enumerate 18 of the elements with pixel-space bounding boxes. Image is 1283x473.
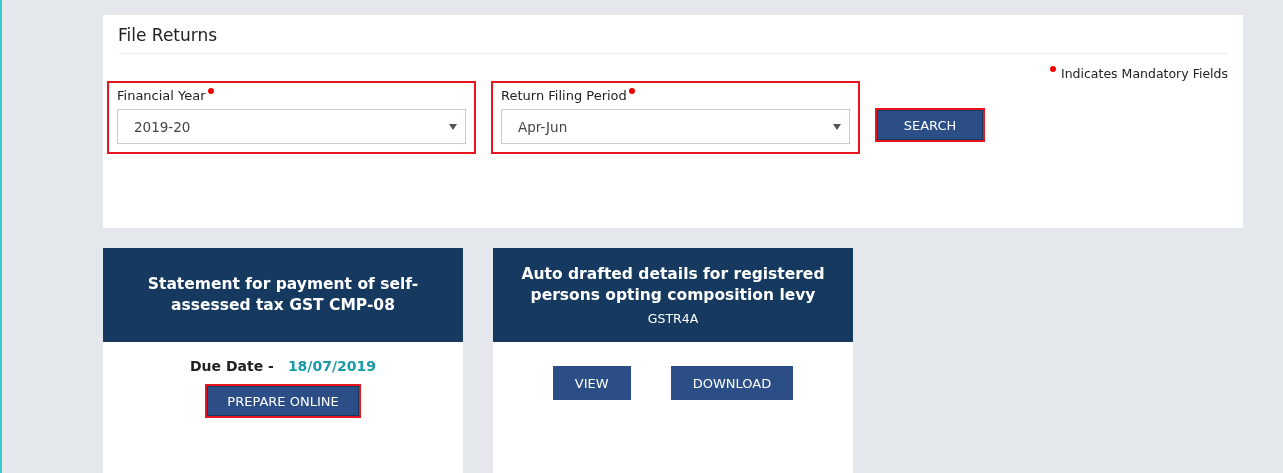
dropdown-field[interactable]: Apr-Jun xyxy=(501,109,850,144)
card-title: Auto drafted details for registered persons opting composition levy xyxy=(520,264,826,306)
field-label: Return Filing Period xyxy=(501,88,627,103)
search-button[interactable]: SEARCH xyxy=(875,108,985,142)
mandatory-note: Indicates Mandatory Fields xyxy=(1061,66,1228,81)
card-subtitle: GSTR4A xyxy=(647,311,699,326)
action-button[interactable]: PREPARE ONLINE xyxy=(205,384,361,418)
due-date-label: Due Date - xyxy=(189,358,274,374)
dropdown-field[interactable]: 2019-20 xyxy=(117,109,466,144)
action-button[interactable]: VIEW xyxy=(552,366,631,400)
caret-icon xyxy=(449,123,457,130)
required-dot-icon xyxy=(1050,66,1056,72)
card-title: Statement for payment of self-assessed tax GST CMP-08 xyxy=(146,274,420,316)
caret-icon xyxy=(833,123,841,130)
due-date: 18/07/2019 xyxy=(287,358,377,374)
panel-title: File Returns xyxy=(118,25,1228,54)
action-button[interactable]: DOWNLOAD xyxy=(670,366,794,400)
field-label: Financial Year xyxy=(117,88,206,103)
